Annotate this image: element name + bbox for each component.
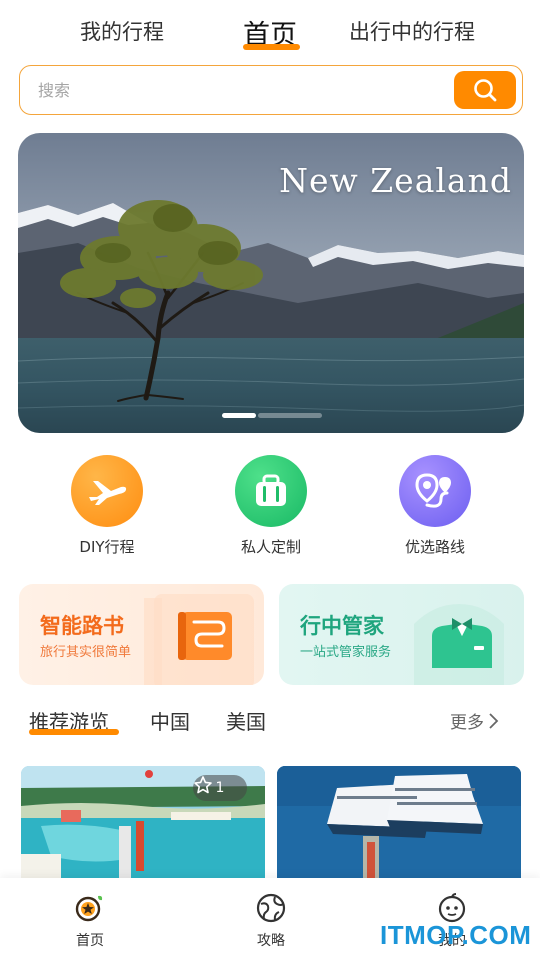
- search-button[interactable]: [454, 71, 516, 109]
- preferred-route-label: 优选路线: [404, 538, 465, 556]
- nav-guides[interactable]: 攻略: [231, 892, 311, 950]
- top-tab-bar: 我的行程 首页 出行中的行程: [0, 0, 540, 60]
- home-wheel-icon: [75, 895, 103, 922]
- section-tab-indicator: [29, 729, 119, 735]
- tour-card-island[interactable]: 1: [21, 766, 265, 878]
- smart-guidebook-title: 智能路书: [40, 614, 124, 638]
- butler-icon: [414, 604, 504, 685]
- nav-home[interactable]: 首页: [50, 892, 130, 950]
- route-pin-icon: [399, 455, 471, 527]
- butler-service-subtitle: 一站式管家服务: [300, 645, 392, 660]
- carousel-dot-track: [258, 413, 322, 418]
- smart-guidebook-subtitle: 旅行其实很简单: [40, 645, 132, 660]
- globe-icon: [256, 893, 286, 923]
- nav-guides-label: 攻略: [257, 933, 285, 949]
- favorite-badge[interactable]: 1: [193, 775, 247, 801]
- site-watermark: ITMOP.COM: [380, 920, 532, 950]
- butler-service-card[interactable]: 行中管家 一站式管家服务: [279, 584, 524, 685]
- tab-my-trips[interactable]: 我的行程: [80, 16, 164, 46]
- banner-carousel[interactable]: New Zealand: [18, 133, 524, 433]
- star-icon: [194, 776, 212, 794]
- cruise-ship-photo: [277, 766, 521, 878]
- active-tab-indicator: [243, 44, 300, 50]
- suitcase-icon: [235, 455, 307, 527]
- tab-ongoing-trips[interactable]: 出行中的行程: [349, 16, 475, 46]
- preferred-route-entry[interactable]: 优选路线: [365, 455, 505, 557]
- nav-home-label: 首页: [76, 933, 104, 949]
- carousel-dot-active: [222, 413, 256, 418]
- search-bar: [19, 65, 523, 115]
- private-custom-entry[interactable]: 私人定制: [201, 455, 341, 557]
- favorite-count: 1: [215, 780, 225, 796]
- search-input[interactable]: [38, 76, 438, 104]
- tab-usa[interactable]: 美国: [226, 706, 266, 735]
- banner-caption: New Zealand: [279, 161, 512, 200]
- guidebook-icon: [144, 594, 254, 685]
- private-custom-label: 私人定制: [240, 538, 301, 556]
- airplane-icon: [71, 455, 143, 527]
- diy-trip-entry[interactable]: DIY行程: [37, 455, 177, 557]
- more-link[interactable]: 更多: [450, 708, 502, 733]
- smart-guidebook-card[interactable]: 智能路书 旅行其实很简单: [19, 584, 264, 685]
- tour-card-cruise[interactable]: [277, 766, 521, 878]
- butler-service-title: 行中管家: [300, 614, 384, 638]
- tab-china[interactable]: 中国: [150, 706, 190, 735]
- carousel-indicator: [222, 413, 322, 418]
- more-label: 更多: [450, 713, 484, 733]
- chevron-right-icon: [489, 712, 499, 729]
- search-icon: [474, 79, 497, 102]
- diy-trip-label: DIY行程: [79, 538, 135, 556]
